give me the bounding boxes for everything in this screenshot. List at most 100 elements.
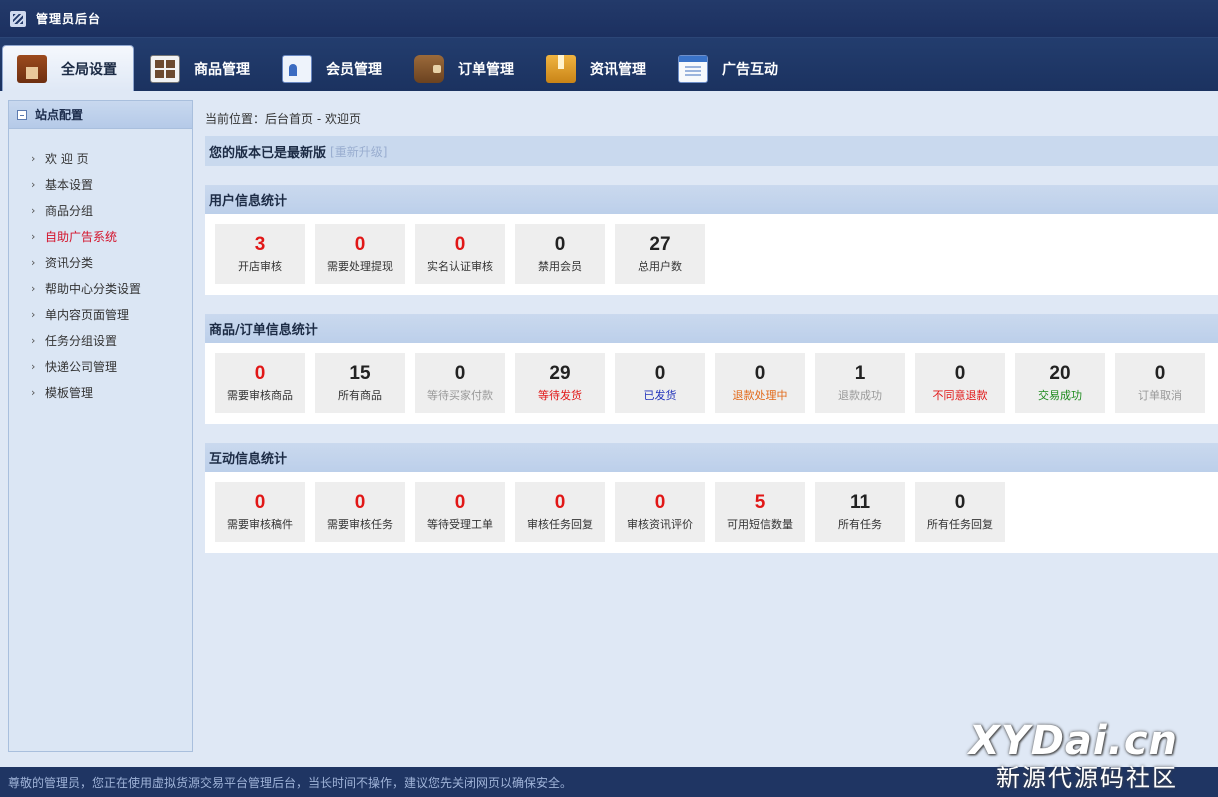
tab-ad-interaction[interactable]: 广告互动 bbox=[664, 47, 794, 91]
stat-card[interactable]: 3 开店审核 bbox=[215, 224, 305, 284]
stat-card[interactable]: 0 等待买家付款 bbox=[415, 353, 505, 413]
stat-value: 0 bbox=[954, 492, 966, 513]
sidebar-item-goods-groups[interactable]: › 商品分组 bbox=[31, 197, 192, 223]
sidebar-header[interactable]: 站点配置 bbox=[9, 101, 192, 129]
stat-card[interactable]: 0 订单取消 bbox=[1115, 353, 1205, 413]
tab-label: 商品管理 bbox=[194, 62, 250, 78]
stat-card[interactable]: 0 不同意退款 bbox=[915, 353, 1005, 413]
stat-label: 需要审核商品 bbox=[227, 389, 293, 402]
section-goods-order-stats: 商品/订单信息统计 0 需要审核商品 15 所有商品 0 等待买家付款 29 等待发货 0 已发货 0… bbox=[205, 314, 1218, 424]
stat-value: 0 bbox=[454, 363, 466, 384]
document-list-icon bbox=[678, 55, 708, 83]
stat-card[interactable]: 0 需要处理提现 bbox=[315, 224, 405, 284]
wallet-icon bbox=[414, 55, 444, 83]
stat-card[interactable]: 0 所有任务回复 bbox=[915, 482, 1005, 542]
stat-label: 需要审核稿件 bbox=[227, 518, 293, 531]
stat-card[interactable]: 0 已发货 bbox=[615, 353, 705, 413]
stat-card[interactable]: 27 总用户数 bbox=[615, 224, 705, 284]
chevron-right-icon: › bbox=[31, 151, 36, 165]
tab-order-management[interactable]: 订单管理 bbox=[400, 47, 530, 91]
stat-card[interactable]: 11 所有任务 bbox=[815, 482, 905, 542]
stat-card[interactable]: 0 审核任务回复 bbox=[515, 482, 605, 542]
tab-member-management[interactable]: 会员管理 bbox=[268, 47, 398, 91]
stat-label: 交易成功 bbox=[1038, 389, 1082, 402]
member-card-icon bbox=[282, 55, 312, 83]
stat-card[interactable]: 0 等待受理工单 bbox=[415, 482, 505, 542]
main-content: 当前位置：后台首页 - 欢迎页 您的版本已是最新版 [重新升级] 用户信息统计 3… bbox=[205, 100, 1218, 553]
stat-value: 0 bbox=[654, 363, 666, 384]
stat-value: 5 bbox=[754, 492, 766, 513]
sidebar-item-label: 模板管理 bbox=[45, 385, 94, 400]
admin-logo-icon bbox=[10, 10, 26, 27]
stat-card[interactable]: 0 退款处理中 bbox=[715, 353, 805, 413]
stat-value: 0 bbox=[654, 492, 666, 513]
tab-goods-management[interactable]: 商品管理 bbox=[136, 47, 266, 91]
stat-card[interactable]: 20 交易成功 bbox=[1015, 353, 1105, 413]
section-title: 互动信息统计 bbox=[205, 443, 1218, 472]
sidebar-menu: › 欢 迎 页 › 基本设置 › 商品分组 › 自助广告系统 › 资讯分类 › 帮助中心分类… bbox=[9, 129, 192, 405]
stat-label: 等待发货 bbox=[538, 389, 582, 402]
sidebar-item-self-ad-system[interactable]: › 自助广告系统 bbox=[31, 223, 192, 249]
sidebar-item-label: 任务分组设置 bbox=[45, 333, 118, 348]
sidebar-item-label: 商品分组 bbox=[45, 203, 94, 218]
stat-value: 29 bbox=[549, 363, 571, 384]
stat-value: 0 bbox=[554, 492, 566, 513]
goods-grid-icon bbox=[150, 55, 180, 83]
collapse-icon[interactable] bbox=[17, 109, 27, 120]
stats-card-row: 3 开店审核 0 需要处理提现 0 实名认证审核 0 禁用会员 27 总用户数 bbox=[205, 214, 1218, 295]
chevron-right-icon: › bbox=[31, 333, 36, 347]
sidebar-item-basic-settings[interactable]: › 基本设置 bbox=[31, 171, 192, 197]
stat-card[interactable]: 0 审核资讯评价 bbox=[615, 482, 705, 542]
stat-value: 20 bbox=[1049, 363, 1071, 384]
stat-value: 0 bbox=[554, 234, 566, 255]
upgrade-link[interactable]: [重新升级] bbox=[330, 143, 387, 160]
sidebar-item-task-groups[interactable]: › 任务分组设置 bbox=[31, 327, 192, 353]
sidebar-item-news-categories[interactable]: › 资讯分类 bbox=[31, 249, 192, 275]
tab-label: 全局设置 bbox=[61, 61, 117, 78]
sidebar-item-label: 自助广告系统 bbox=[45, 229, 118, 244]
sidebar-item-express-companies[interactable]: › 快递公司管理 bbox=[31, 353, 192, 379]
sidebar-item-label: 资讯分类 bbox=[45, 255, 94, 270]
tab-news-management[interactable]: 资讯管理 bbox=[532, 47, 662, 91]
stat-card[interactable]: 0 需要审核任务 bbox=[315, 482, 405, 542]
breadcrumb: 当前位置：后台首页 - 欢迎页 bbox=[205, 111, 361, 126]
stat-label: 禁用会员 bbox=[538, 260, 582, 273]
stat-label: 总用户数 bbox=[638, 260, 682, 273]
sidebar-item-templates[interactable]: › 模板管理 bbox=[31, 379, 192, 405]
section-interaction-stats: 互动信息统计 0 需要审核稿件 0 需要审核任务 0 等待受理工单 0 审核任务回复 0 审核资讯评… bbox=[205, 443, 1218, 553]
stat-card[interactable]: 0 实名认证审核 bbox=[415, 224, 505, 284]
sidebar-item-single-pages[interactable]: › 单内容页面管理 bbox=[31, 301, 192, 327]
stat-card[interactable]: 0 需要审核商品 bbox=[215, 353, 305, 413]
stat-value: 0 bbox=[1154, 363, 1166, 384]
stat-value: 0 bbox=[254, 363, 266, 384]
stat-value: 0 bbox=[754, 363, 766, 384]
tab-global-settings[interactable]: 全局设置 bbox=[2, 45, 134, 91]
stat-card[interactable]: 5 可用短信数量 bbox=[715, 482, 805, 542]
box-icon bbox=[546, 55, 576, 83]
stat-card[interactable]: 0 需要审核稿件 bbox=[215, 482, 305, 542]
stat-card[interactable]: 0 禁用会员 bbox=[515, 224, 605, 284]
stat-card[interactable]: 15 所有商品 bbox=[315, 353, 405, 413]
stat-label: 审核资讯评价 bbox=[627, 518, 693, 531]
sidebar-item-help-categories[interactable]: › 帮助中心分类设置 bbox=[31, 275, 192, 301]
home-icon bbox=[17, 54, 47, 83]
sidebar-header-label: 站点配置 bbox=[35, 108, 84, 122]
stat-label: 订单取消 bbox=[1138, 389, 1182, 402]
stat-label: 不同意退款 bbox=[932, 389, 988, 402]
stat-card[interactable]: 29 等待发货 bbox=[515, 353, 605, 413]
stat-label: 可用短信数量 bbox=[727, 518, 793, 531]
tab-label: 会员管理 bbox=[326, 62, 382, 78]
stat-label: 所有任务回复 bbox=[927, 518, 993, 531]
section-user-stats: 用户信息统计 3 开店审核 0 需要处理提现 0 实名认证审核 0 禁用会员 27 总用户数 bbox=[205, 185, 1218, 295]
chevron-right-icon: › bbox=[31, 229, 36, 243]
sidebar-item-welcome[interactable]: › 欢 迎 页 bbox=[31, 145, 192, 171]
stat-label: 已发货 bbox=[643, 389, 677, 402]
tab-label: 订单管理 bbox=[458, 62, 514, 78]
stat-label: 退款处理中 bbox=[732, 389, 788, 402]
stats-card-row: 0 需要审核稿件 0 需要审核任务 0 等待受理工单 0 审核任务回复 0 审核资讯评价 5 可用短信… bbox=[205, 472, 1218, 553]
section-title: 商品/订单信息统计 bbox=[205, 314, 1218, 343]
stat-value: 0 bbox=[354, 492, 366, 513]
stat-value: 0 bbox=[454, 492, 466, 513]
stat-card[interactable]: 1 退款成功 bbox=[815, 353, 905, 413]
stat-label: 开店审核 bbox=[238, 260, 282, 273]
